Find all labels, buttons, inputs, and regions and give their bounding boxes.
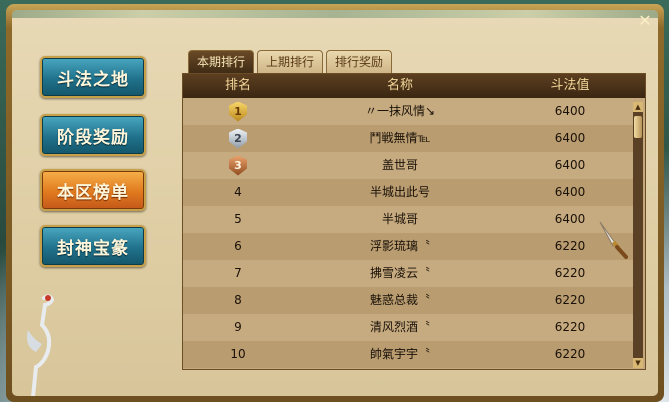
table-row[interactable]: 7 拂雪凌云〝 6220 [183,260,633,287]
crane-icon [27,294,55,396]
value-cell: 6220 [554,266,586,280]
rank-cell: 7 [234,266,242,280]
value-cell: 6220 [554,293,586,307]
header-value: 斗法值 [550,78,590,93]
name-cell: 浮影琉璃〝 [369,239,430,253]
nav-button-fengshen-treasure[interactable]: 封神宝篆 [40,225,146,267]
table-row[interactable]: 10 帥氣宇宇〝 6220 [183,341,633,368]
name-cell: 盖世哥 [381,158,418,172]
name-cell: 鬥戦無情℡ [369,131,431,145]
rank-cell: 8 [234,293,242,307]
rank-cell: 1 [183,98,293,125]
table-row[interactable]: 9 清风烈酒〝 6220 [183,314,633,341]
table-row[interactable]: 8 魅惑总裁〝 6220 [183,287,633,314]
bronze-medal-icon: 3 [229,155,247,176]
table-row[interactable]: 1 〃一抹风情↘ 6400 [183,98,633,125]
gold-medal-icon: 1 [229,101,247,122]
tab-current-ranking[interactable]: 本期排行 [188,50,255,74]
header-rank: 排名 [224,78,251,93]
table-row[interactable]: 6 浮影琉璃〝 6220 [183,233,633,260]
rank-cell: 10 [230,347,246,361]
nav-button-stage-rewards[interactable]: 阶段奖励 [40,114,146,156]
rank-cell: 2 [183,125,293,152]
rank-cell: 4 [234,185,242,199]
ranking-table: 排名 名称 斗法值 1 〃一抹风情↘ 6400 2 鬥戦無情℡ 6400 3 盖… [182,73,646,370]
name-cell: 〃一抹风情↘ [364,104,436,118]
value-cell: 6220 [554,347,586,361]
table-row[interactable]: 5 半城哥 6400 [183,206,633,233]
title-ornament [12,10,658,18]
table-row[interactable]: 2 鬥戦無情℡ 6400 [183,125,633,152]
tab-ranking-rewards[interactable]: 排行奖励 [326,50,393,74]
scroll-down-icon[interactable]: ▼ [633,358,643,368]
tab-previous-ranking[interactable]: 上期排行 [257,50,324,74]
scroll-up-icon[interactable]: ▲ [633,102,643,112]
header-name: 名称 [386,78,413,93]
rank-cell: 5 [234,212,242,226]
ranking-tabs: 本期排行 上期排行 排行奖励 [188,50,393,74]
value-cell: 6220 [554,320,586,334]
table-row[interactable]: 3 盖世哥 6400 [183,152,633,179]
value-cell: 6400 [554,185,586,199]
name-cell: 帥氣宇宇〝 [369,347,430,361]
rank-cell: 6 [234,239,242,253]
rank-cell: 3 [183,152,293,179]
name-cell: 半城出此号 [369,185,430,199]
table-header: 排名 名称 斗法值 [183,74,645,98]
value-cell: 6400 [554,104,586,118]
nav-button-server-ranking[interactable]: 本区榜单 [40,169,146,211]
window-body: ✕ 斗法之地 阶段奖励 本区榜单 封神宝篆 本期排行 上期排行 排行奖励 排名 … [12,10,658,396]
table-rows: 1 〃一抹风情↘ 6400 2 鬥戦無情℡ 6400 3 盖世哥 6400 4 … [183,98,633,368]
ranking-window: ✕ 斗法之地 阶段奖励 本区榜单 封神宝篆 本期排行 上期排行 排行奖励 排名 … [6,4,664,402]
name-cell: 拂雪凌云〝 [369,266,430,280]
name-cell: 清风烈酒〝 [369,320,430,334]
silver-medal-icon: 2 [229,128,247,149]
rank-cell: 9 [234,320,242,334]
nav-button-arena[interactable]: 斗法之地 [40,56,146,98]
value-cell: 6400 [554,158,586,172]
table-row[interactable]: 4 半城出此号 6400 [183,179,633,206]
table-scrollbar[interactable]: ▲ ▼ [633,102,643,368]
dagger-cursor-icon [599,221,628,259]
close-button[interactable]: ✕ [636,12,654,30]
scroll-thumb[interactable] [634,116,642,138]
value-cell: 6400 [554,131,586,145]
name-cell: 半城哥 [381,212,418,226]
name-cell: 魅惑总裁〝 [369,293,430,307]
